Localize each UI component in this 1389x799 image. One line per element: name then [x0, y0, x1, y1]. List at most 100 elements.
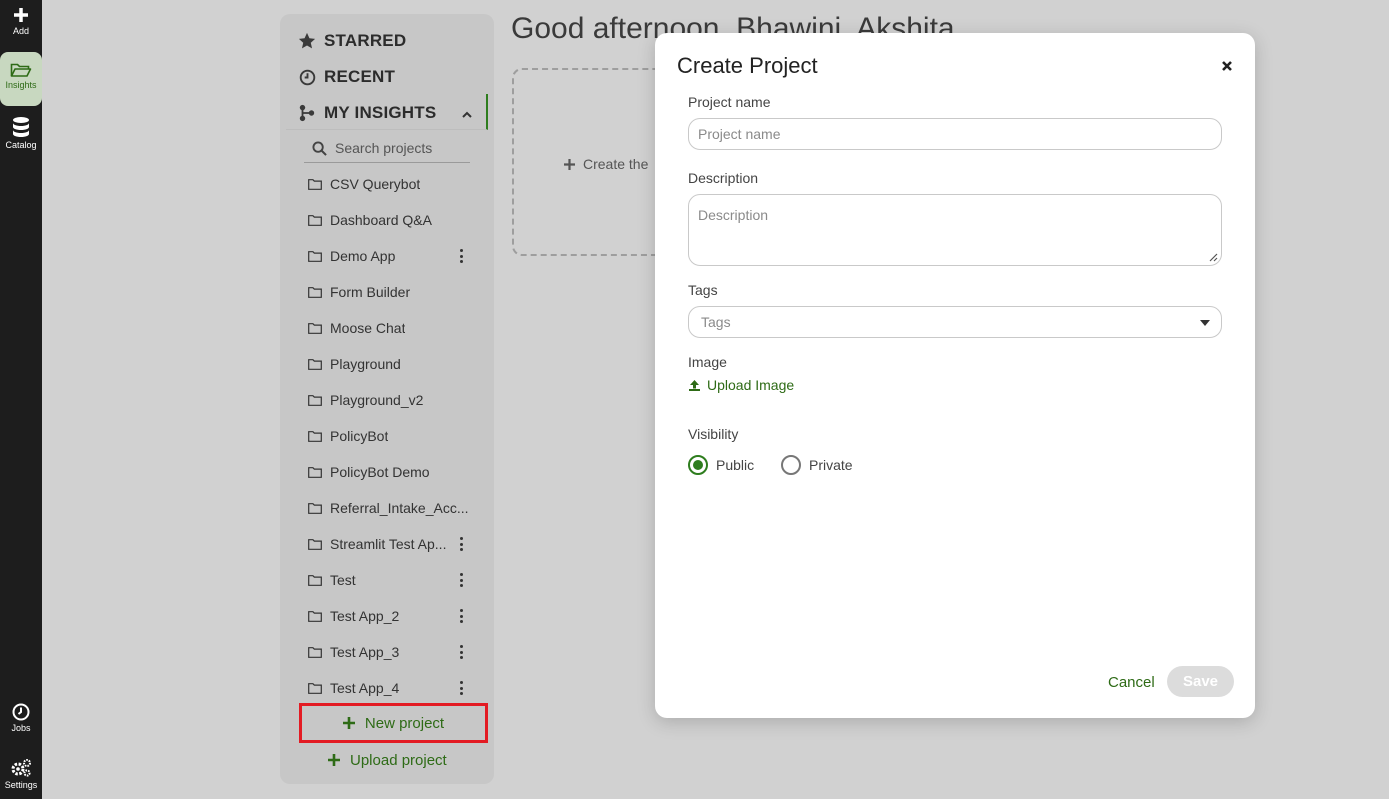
rail-jobs-label: Jobs [11, 723, 31, 733]
project-item[interactable]: Referral_Intake_Acc... [308, 496, 478, 520]
image-label: Image [688, 354, 727, 370]
plus-icon [342, 717, 355, 729]
more-options-icon[interactable] [459, 645, 463, 659]
new-project-label: New project [364, 714, 445, 732]
project-name: Playground_v2 [330, 392, 424, 408]
project-name: Moose Chat [330, 320, 406, 336]
project-item[interactable]: Test App_2 [308, 604, 478, 628]
project-item[interactable]: Playground [308, 352, 478, 376]
project-name: Demo App [330, 248, 396, 264]
folder-icon [308, 358, 322, 370]
project-item[interactable]: Dashboard Q&A [308, 208, 478, 232]
folder-icon [308, 250, 322, 262]
rail-jobs-button[interactable]: Jobs [0, 703, 42, 733]
folder-icon [308, 502, 322, 514]
tags-label: Tags [688, 282, 718, 298]
clock-icon [12, 703, 30, 721]
description-placeholder: Description [698, 207, 769, 223]
more-options-icon[interactable] [459, 609, 463, 623]
more-options-icon[interactable] [459, 537, 463, 551]
upload-image-label: Upload Image [707, 377, 795, 393]
visibility-private-radio[interactable]: Private [781, 455, 853, 475]
sidebar-item-my-insights[interactable]: MY INSIGHTS [298, 103, 436, 123]
public-label: Public [716, 457, 755, 473]
project-item[interactable]: PolicyBot Demo [308, 460, 478, 484]
project-item[interactable]: Moose Chat [308, 316, 478, 340]
project-item[interactable]: CSV Querybot [308, 172, 478, 196]
folder-icon [308, 430, 322, 442]
project-name: Test App_2 [330, 608, 400, 624]
folder-icon [308, 322, 322, 334]
sidebar-recent-label: RECENT [324, 67, 396, 86]
project-item[interactable]: PolicyBot [308, 424, 478, 448]
private-label: Private [809, 457, 853, 473]
project-name: Streamlit Test Ap... [330, 536, 447, 552]
plus-icon [328, 754, 340, 766]
upload-image-button[interactable]: Upload Image [688, 377, 794, 393]
project-name: Test [330, 572, 356, 588]
project-item[interactable]: Demo App [308, 244, 478, 268]
chevron-up-icon[interactable] [462, 110, 472, 120]
sidebar-my-insights-label: MY INSIGHTS [324, 103, 437, 122]
database-icon [13, 117, 29, 137]
close-icon[interactable] [1220, 59, 1234, 73]
new-project-button[interactable]: New project [299, 703, 488, 743]
rail-add-label: Add [12, 26, 29, 36]
folder-icon [308, 610, 322, 622]
rail-insights-label: Insights [5, 80, 37, 90]
description-field[interactable]: Description [688, 194, 1222, 266]
project-item[interactable]: Test App_3 [308, 640, 478, 664]
tags-select[interactable]: Tags [688, 306, 1222, 338]
tags-placeholder: Tags [701, 314, 731, 330]
resize-handle-icon[interactable] [1208, 252, 1218, 262]
radio-unchecked-icon [781, 455, 801, 475]
project-name: Playground [330, 356, 401, 372]
project-name: Test App_4 [330, 680, 400, 696]
folder-icon [308, 682, 322, 694]
create-card-label: Create the [583, 156, 649, 172]
visibility-public-radio[interactable]: Public [688, 455, 754, 475]
project-name: Form Builder [330, 284, 411, 300]
project-item[interactable]: Test [308, 568, 478, 592]
cancel-button[interactable]: Cancel [1108, 674, 1155, 691]
folder-icon [308, 286, 322, 298]
folder-icon [308, 466, 322, 478]
rail-insights-button[interactable]: Insights [0, 52, 42, 106]
project-name-placeholder: Project name [698, 126, 781, 142]
left-rail: Add Insights Catalog Jobs Settings [0, 0, 42, 799]
more-options-icon[interactable] [459, 681, 463, 695]
rail-catalog-button[interactable]: Catalog [0, 116, 42, 150]
plus-icon [564, 159, 575, 170]
folder-icon [308, 538, 322, 550]
project-item[interactable]: Test App_4 [308, 676, 478, 700]
rail-catalog-label: Catalog [5, 140, 37, 150]
project-item[interactable]: Streamlit Test Ap... [308, 532, 478, 556]
save-button[interactable]: Save [1167, 666, 1234, 697]
visibility-label: Visibility [688, 426, 739, 442]
project-item[interactable]: Form Builder [308, 280, 478, 304]
star-icon [298, 32, 316, 49]
search-input[interactable]: Search projects [304, 134, 470, 163]
folder-icon [308, 646, 322, 658]
rail-settings-label: Settings [4, 780, 38, 790]
sidebar-item-starred[interactable]: STARRED [298, 31, 406, 51]
rail-settings-button[interactable]: Settings [0, 758, 42, 790]
more-options-icon[interactable] [459, 249, 463, 263]
project-name-field[interactable]: Project name [688, 118, 1222, 150]
folder-icon [308, 394, 322, 406]
project-name-label: Project name [688, 94, 771, 110]
folder-icon [308, 574, 322, 586]
description-label: Description [688, 170, 759, 186]
clock-icon [299, 69, 315, 85]
more-options-icon[interactable] [459, 573, 463, 587]
gears-icon [11, 759, 31, 777]
upload-icon [689, 379, 700, 391]
folder-icon [308, 214, 322, 226]
project-name: CSV Querybot [330, 176, 421, 192]
project-item[interactable]: Playground_v2 [308, 388, 478, 412]
rail-add-button[interactable]: Add [0, 6, 42, 36]
upload-project-button[interactable]: Upload project [328, 749, 447, 771]
folder-icon [308, 178, 322, 190]
plus-icon [14, 8, 28, 22]
sidebar-item-recent[interactable]: RECENT [298, 67, 395, 87]
